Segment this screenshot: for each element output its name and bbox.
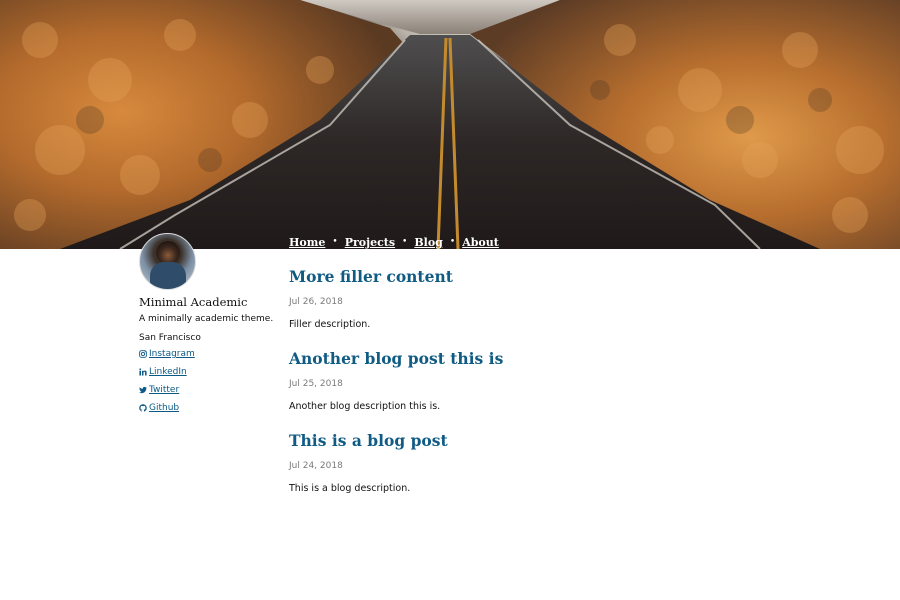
social-link-github[interactable]: Github [139,399,279,417]
linkedin-icon [139,368,147,376]
nav-link-blog[interactable]: Blog [414,236,443,249]
main-navigation: Home • Projects • Blog • About [289,235,499,249]
avatar-body [150,262,186,289]
nav-separator: • [449,237,456,247]
social-link-label: Github [149,403,180,413]
nav-link-home[interactable]: Home [289,236,325,249]
nav-link-projects[interactable]: Projects [345,236,395,249]
nav-separator: • [402,237,408,247]
post-date: Jul 25, 2018 [289,379,343,389]
post-description: Filler description. [289,319,371,330]
social-link-instagram[interactable]: Instagram [139,345,279,363]
post-description: This is a blog description. [289,483,411,494]
post-description: Another blog description this is. [289,401,441,412]
twitter-icon [139,386,147,394]
profile-sidebar: Minimal Academic A minimally academic th… [139,233,279,417]
post-date: Jul 24, 2018 [289,461,343,471]
avatar [139,233,196,290]
post-title-link[interactable]: This is a blog post [289,429,749,453]
github-icon [139,404,147,412]
social-link-label: Twitter [149,385,180,395]
social-link-label: Instagram [149,349,195,359]
desert-road-illustration [0,0,900,249]
social-link-label: LinkedIn [149,367,187,377]
post-title-link[interactable]: More filler content [289,265,749,289]
social-links: Instagram LinkedIn Twitter Github [139,345,279,417]
nav-link-about[interactable]: About [462,236,499,249]
nav-separator: • [332,237,338,247]
instagram-icon [139,350,147,358]
social-link-linkedin[interactable]: LinkedIn [139,363,279,381]
site-name: Minimal Academic [139,295,248,309]
post-date: Jul 26, 2018 [289,297,343,307]
list-item: This is a blog post Jul 24, 2018 This is… [289,429,749,494]
post-title-link[interactable]: Another blog post this is [289,347,749,371]
list-item: More filler content Jul 26, 2018 Filler … [289,265,749,330]
list-item: Another blog post this is Jul 25, 2018 A… [289,347,749,412]
site-tagline: A minimally academic theme. [139,314,274,324]
social-link-twitter[interactable]: Twitter [139,381,279,399]
location-text: San Francisco [139,333,201,343]
hero-banner-image: Home • Projects • Blog • About [0,0,900,249]
blog-post-list: More filler content Jul 26, 2018 Filler … [289,265,749,511]
